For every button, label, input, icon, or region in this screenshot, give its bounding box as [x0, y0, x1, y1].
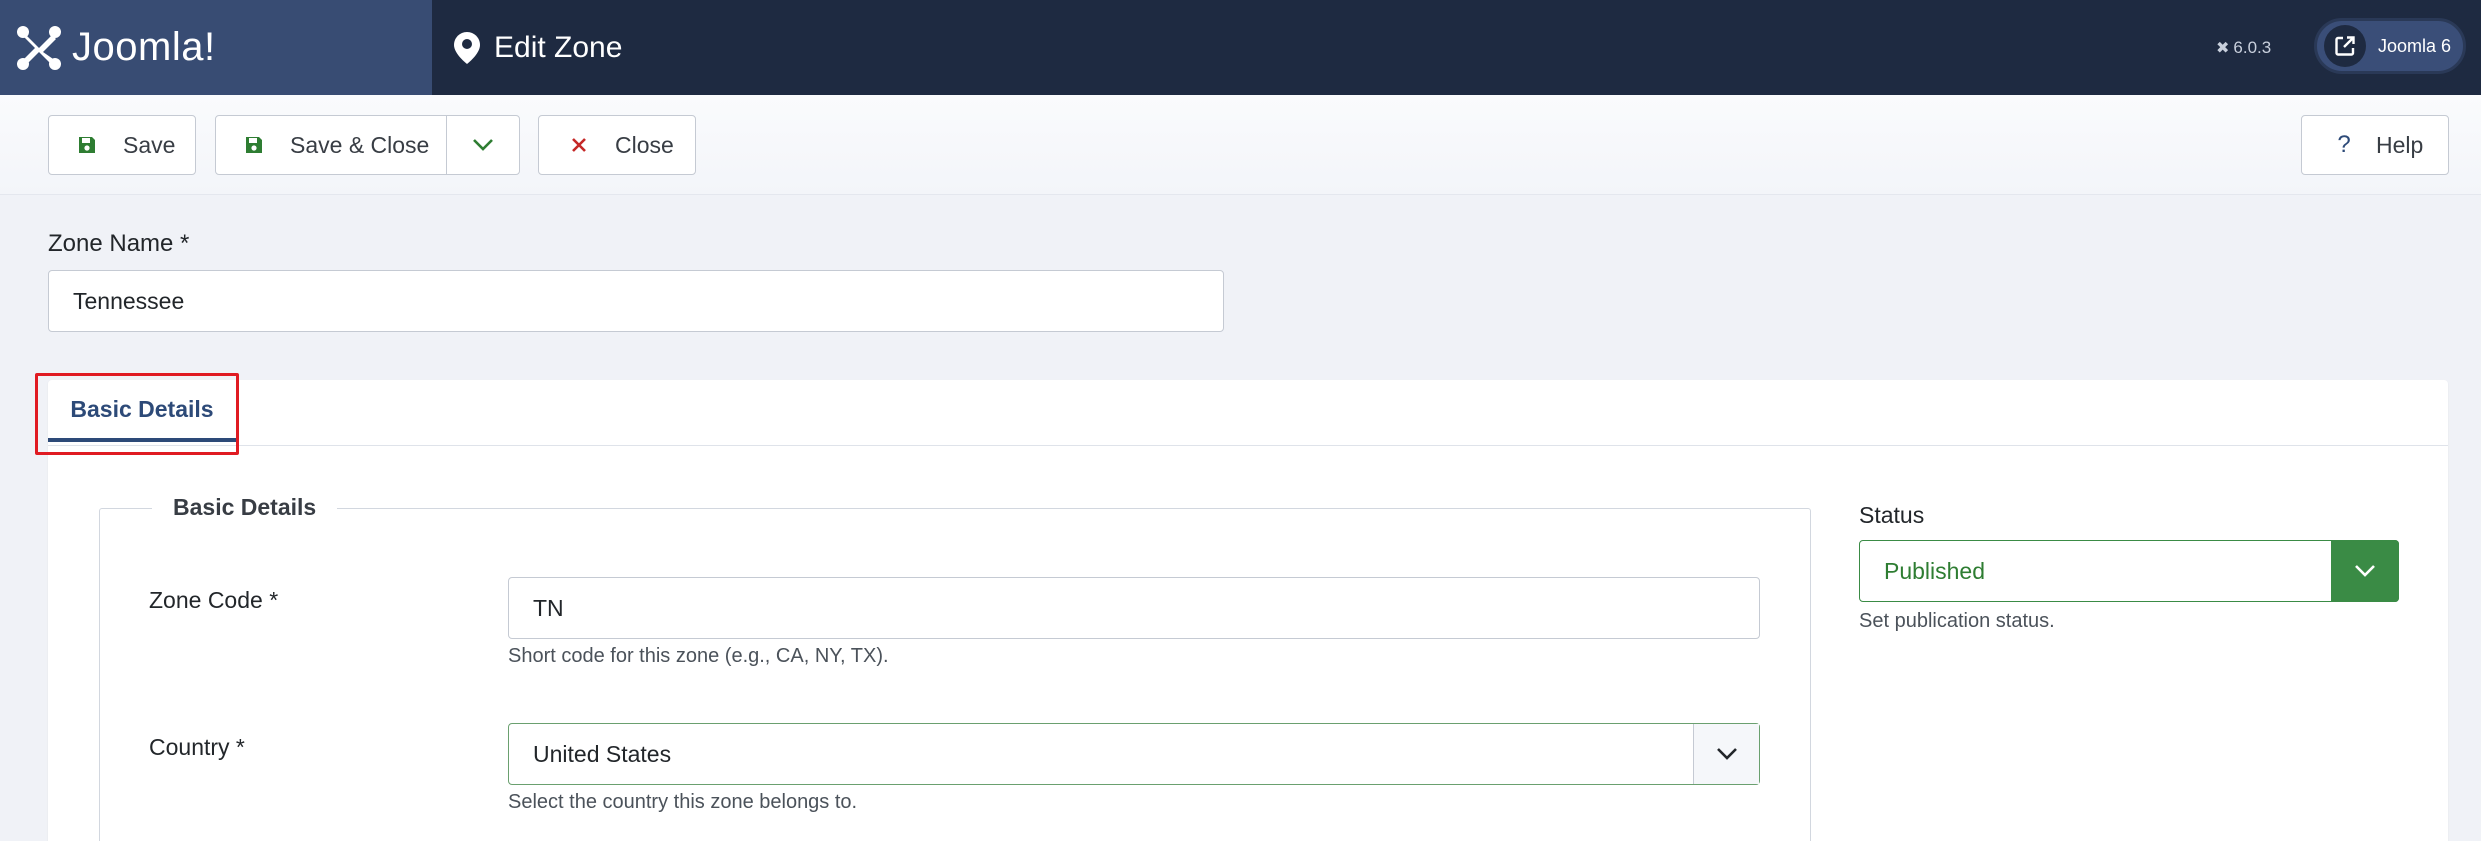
- save-button[interactable]: Save: [48, 115, 196, 175]
- zone-name-input[interactable]: Tennessee: [48, 270, 1224, 332]
- help-label: Help: [2376, 131, 2424, 158]
- joomla-logo[interactable]: Joomla!: [0, 0, 432, 95]
- page-title: Edit Zone: [494, 30, 623, 64]
- chevron-down-icon: [473, 139, 493, 151]
- save-label: Save: [123, 131, 176, 158]
- help-button[interactable]: ? Help: [2301, 115, 2449, 175]
- tab-basic-details[interactable]: Basic Details: [48, 380, 236, 442]
- close-icon: [567, 133, 591, 157]
- status-select[interactable]: Published: [1859, 540, 2399, 602]
- question-icon: ?: [2337, 131, 2351, 158]
- basic-details-fieldset: [99, 508, 1811, 841]
- chevron-down-icon: [2331, 540, 2399, 602]
- status-hint: Set publication status.: [1859, 610, 2055, 632]
- zone-code-hint: Short code for this zone (e.g., CA, NY, …: [508, 645, 889, 667]
- close-label: Close: [615, 131, 674, 158]
- admin-header: Joomla! Edit Zone ✖ 6.0.3 Joomla 6: [0, 0, 2481, 95]
- chevron-down-icon: [1693, 724, 1759, 784]
- save-icon: [242, 133, 266, 157]
- country-selected-value: United States: [533, 740, 672, 767]
- view-site-label: Joomla 6: [2378, 35, 2452, 56]
- toolbar: Save Save & Close Close ? Help: [0, 95, 2481, 195]
- save-icon: [75, 133, 99, 157]
- zone-code-label: Zone Code *: [149, 587, 279, 613]
- external-link-icon: [2324, 25, 2366, 67]
- country-select[interactable]: United States: [508, 723, 1760, 785]
- joomla-logo-icon: [17, 25, 61, 70]
- version-text: 6.0.3: [2233, 37, 2272, 57]
- tab-bar: Basic Details: [48, 380, 2448, 446]
- view-site-button[interactable]: Joomla 6: [2314, 18, 2466, 74]
- close-button[interactable]: Close: [538, 115, 696, 175]
- save-close-button[interactable]: Save & Close: [215, 115, 447, 175]
- status-label: Status: [1859, 502, 1925, 528]
- joomla-small-icon: ✖: [2216, 39, 2230, 57]
- zone-code-input[interactable]: TN: [508, 577, 1760, 639]
- fieldset-legend: Basic Details: [152, 494, 338, 521]
- zone-name-label: Zone Name *: [48, 230, 190, 257]
- map-pin-icon: [454, 31, 480, 64]
- status-selected-value: Published: [1884, 557, 1986, 584]
- save-options-dropdown[interactable]: [446, 115, 520, 175]
- version-badge: ✖ 6.0.3: [2216, 0, 2271, 95]
- page-heading: Edit Zone: [454, 0, 622, 95]
- country-hint: Select the country this zone belongs to.: [508, 791, 858, 813]
- save-close-label: Save & Close: [290, 131, 430, 158]
- brand-text: Joomla!: [72, 25, 216, 69]
- country-label: Country *: [149, 734, 245, 760]
